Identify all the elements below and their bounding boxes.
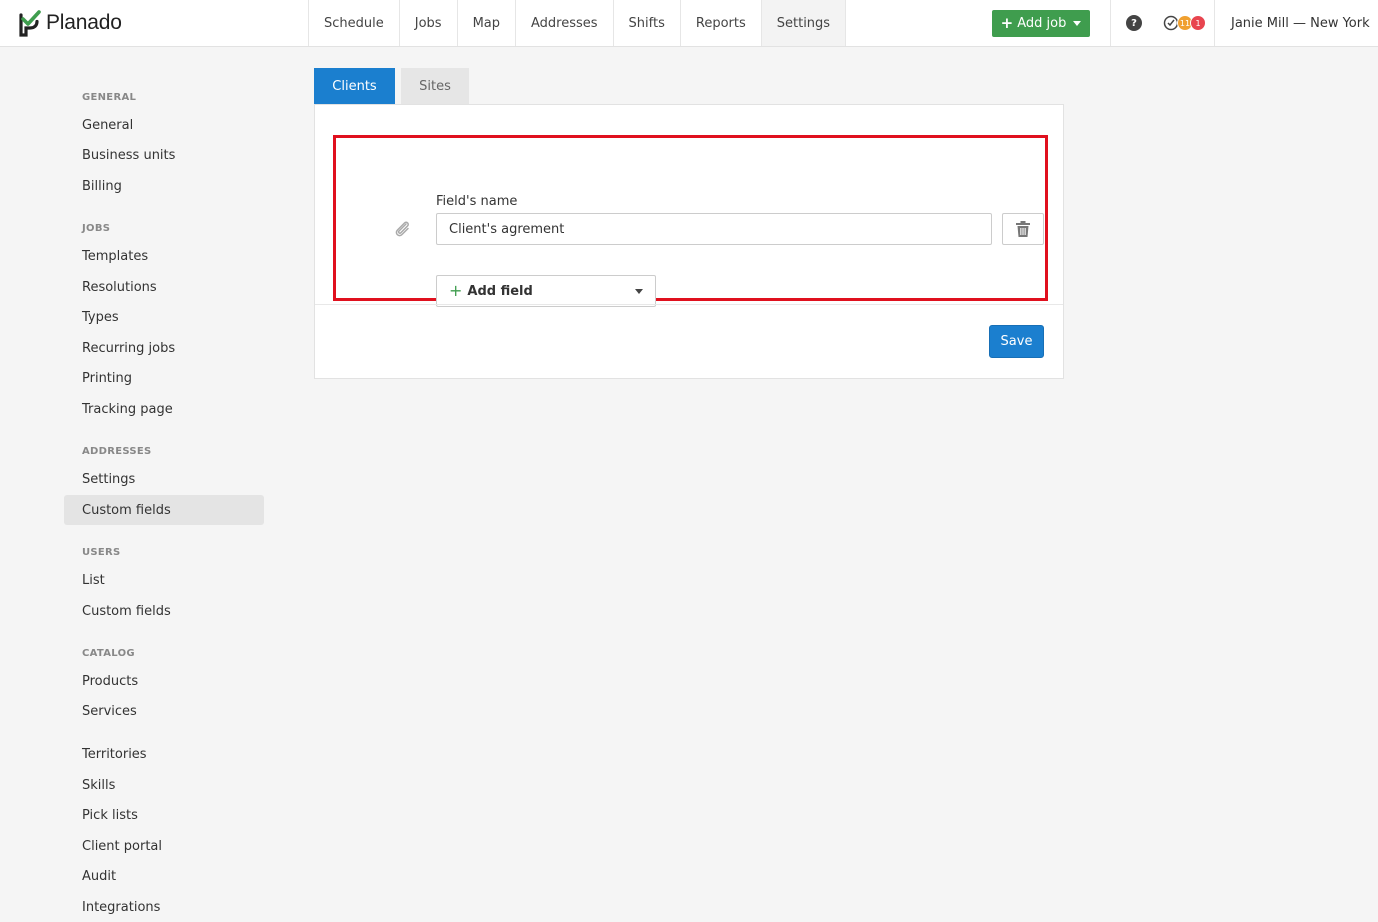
sidebar-item-services[interactable]: Services: [64, 696, 264, 726]
brand-logo[interactable]: Planado: [18, 9, 122, 37]
status-badge-red: 1: [1190, 15, 1206, 31]
brand-name: Planado: [46, 11, 122, 34]
nav-map[interactable]: Map: [458, 0, 516, 46]
section-title-users: USERS: [82, 547, 121, 558]
sidebar-item-products[interactable]: Products: [64, 666, 264, 696]
nav-reports[interactable]: Reports: [681, 0, 762, 46]
top-bar: Planado Schedule Jobs Map Addresses Shif…: [0, 0, 1378, 47]
add-job-button[interactable]: + Add job: [992, 10, 1090, 37]
sidebar-item-users-list[interactable]: List: [64, 565, 264, 595]
sidebar-item-client-portal[interactable]: Client portal: [64, 831, 264, 861]
section-title-jobs: JOBS: [82, 223, 111, 234]
nav-settings[interactable]: Settings: [761, 0, 847, 46]
planado-logo-icon: [19, 10, 41, 37]
sidebar-item-users-custom-fields[interactable]: Custom fields: [64, 596, 264, 626]
sidebar-item-templates[interactable]: Templates: [64, 241, 264, 271]
sidebar-item-addresses-custom-fields[interactable]: Custom fields: [64, 495, 264, 525]
add-field-dropdown[interactable]: + Add field: [436, 275, 656, 307]
nav-shifts[interactable]: Shifts: [614, 0, 681, 46]
plus-icon: +: [1000, 14, 1014, 32]
section-title-addresses: ADDRESSES: [82, 446, 152, 457]
add-job-label: Add job: [1017, 16, 1067, 31]
trash-icon: [1016, 221, 1030, 237]
sidebar-item-addresses-settings[interactable]: Settings: [64, 464, 264, 494]
question-circle-icon[interactable]: ?: [1126, 15, 1142, 31]
save-button[interactable]: Save: [989, 325, 1044, 358]
sidebar-item-pick-lists[interactable]: Pick lists: [64, 800, 264, 830]
field-name-label: Field's name: [436, 194, 518, 209]
sidebar-item-tracking-page[interactable]: Tracking page: [64, 394, 264, 424]
nav-addresses[interactable]: Addresses: [516, 0, 614, 46]
sidebar-item-types[interactable]: Types: [64, 302, 264, 332]
chevron-down-icon: [1073, 21, 1082, 26]
sidebar-item-audit[interactable]: Audit: [64, 861, 264, 891]
tab-sites[interactable]: Sites: [401, 68, 469, 104]
sidebar-item-general[interactable]: General: [64, 110, 264, 140]
chevron-down-icon: [635, 289, 643, 294]
user-menu[interactable]: Janie Mill — New York: [1214, 0, 1378, 46]
custom-fields-panel: Field's name + Add field Save: [314, 104, 1064, 379]
separator: [1110, 0, 1111, 46]
tab-clients[interactable]: Clients: [314, 68, 395, 104]
status-indicator[interactable]: 11 1: [1163, 13, 1209, 33]
sidebar-item-printing[interactable]: Printing: [64, 363, 264, 393]
sidebar-item-business-units[interactable]: Business units: [64, 140, 264, 170]
sidebar-item-billing[interactable]: Billing: [64, 171, 264, 201]
panel-divider: [315, 304, 1063, 305]
sidebar-item-recurring-jobs[interactable]: Recurring jobs: [64, 333, 264, 363]
main-nav: Schedule Jobs Map Addresses Shifts Repor…: [308, 0, 847, 46]
sidebar-item-integrations[interactable]: Integrations: [64, 892, 264, 922]
nav-jobs[interactable]: Jobs: [400, 0, 458, 46]
field-name-input[interactable]: [436, 213, 992, 245]
sidebar-item-resolutions[interactable]: Resolutions: [64, 272, 264, 302]
section-title-general: GENERAL: [82, 92, 137, 103]
delete-field-button[interactable]: [1002, 213, 1044, 245]
nav-schedule[interactable]: Schedule: [309, 0, 400, 46]
add-field-label: Add field: [467, 283, 533, 299]
paperclip-icon: [395, 221, 409, 237]
highlight-box: Field's name + Add field: [333, 135, 1048, 307]
plus-icon: +: [449, 281, 463, 300]
section-title-catalog: CATALOG: [82, 648, 135, 659]
sidebar-item-territories[interactable]: Territories: [64, 739, 264, 769]
sidebar-item-skills[interactable]: Skills: [64, 770, 264, 800]
